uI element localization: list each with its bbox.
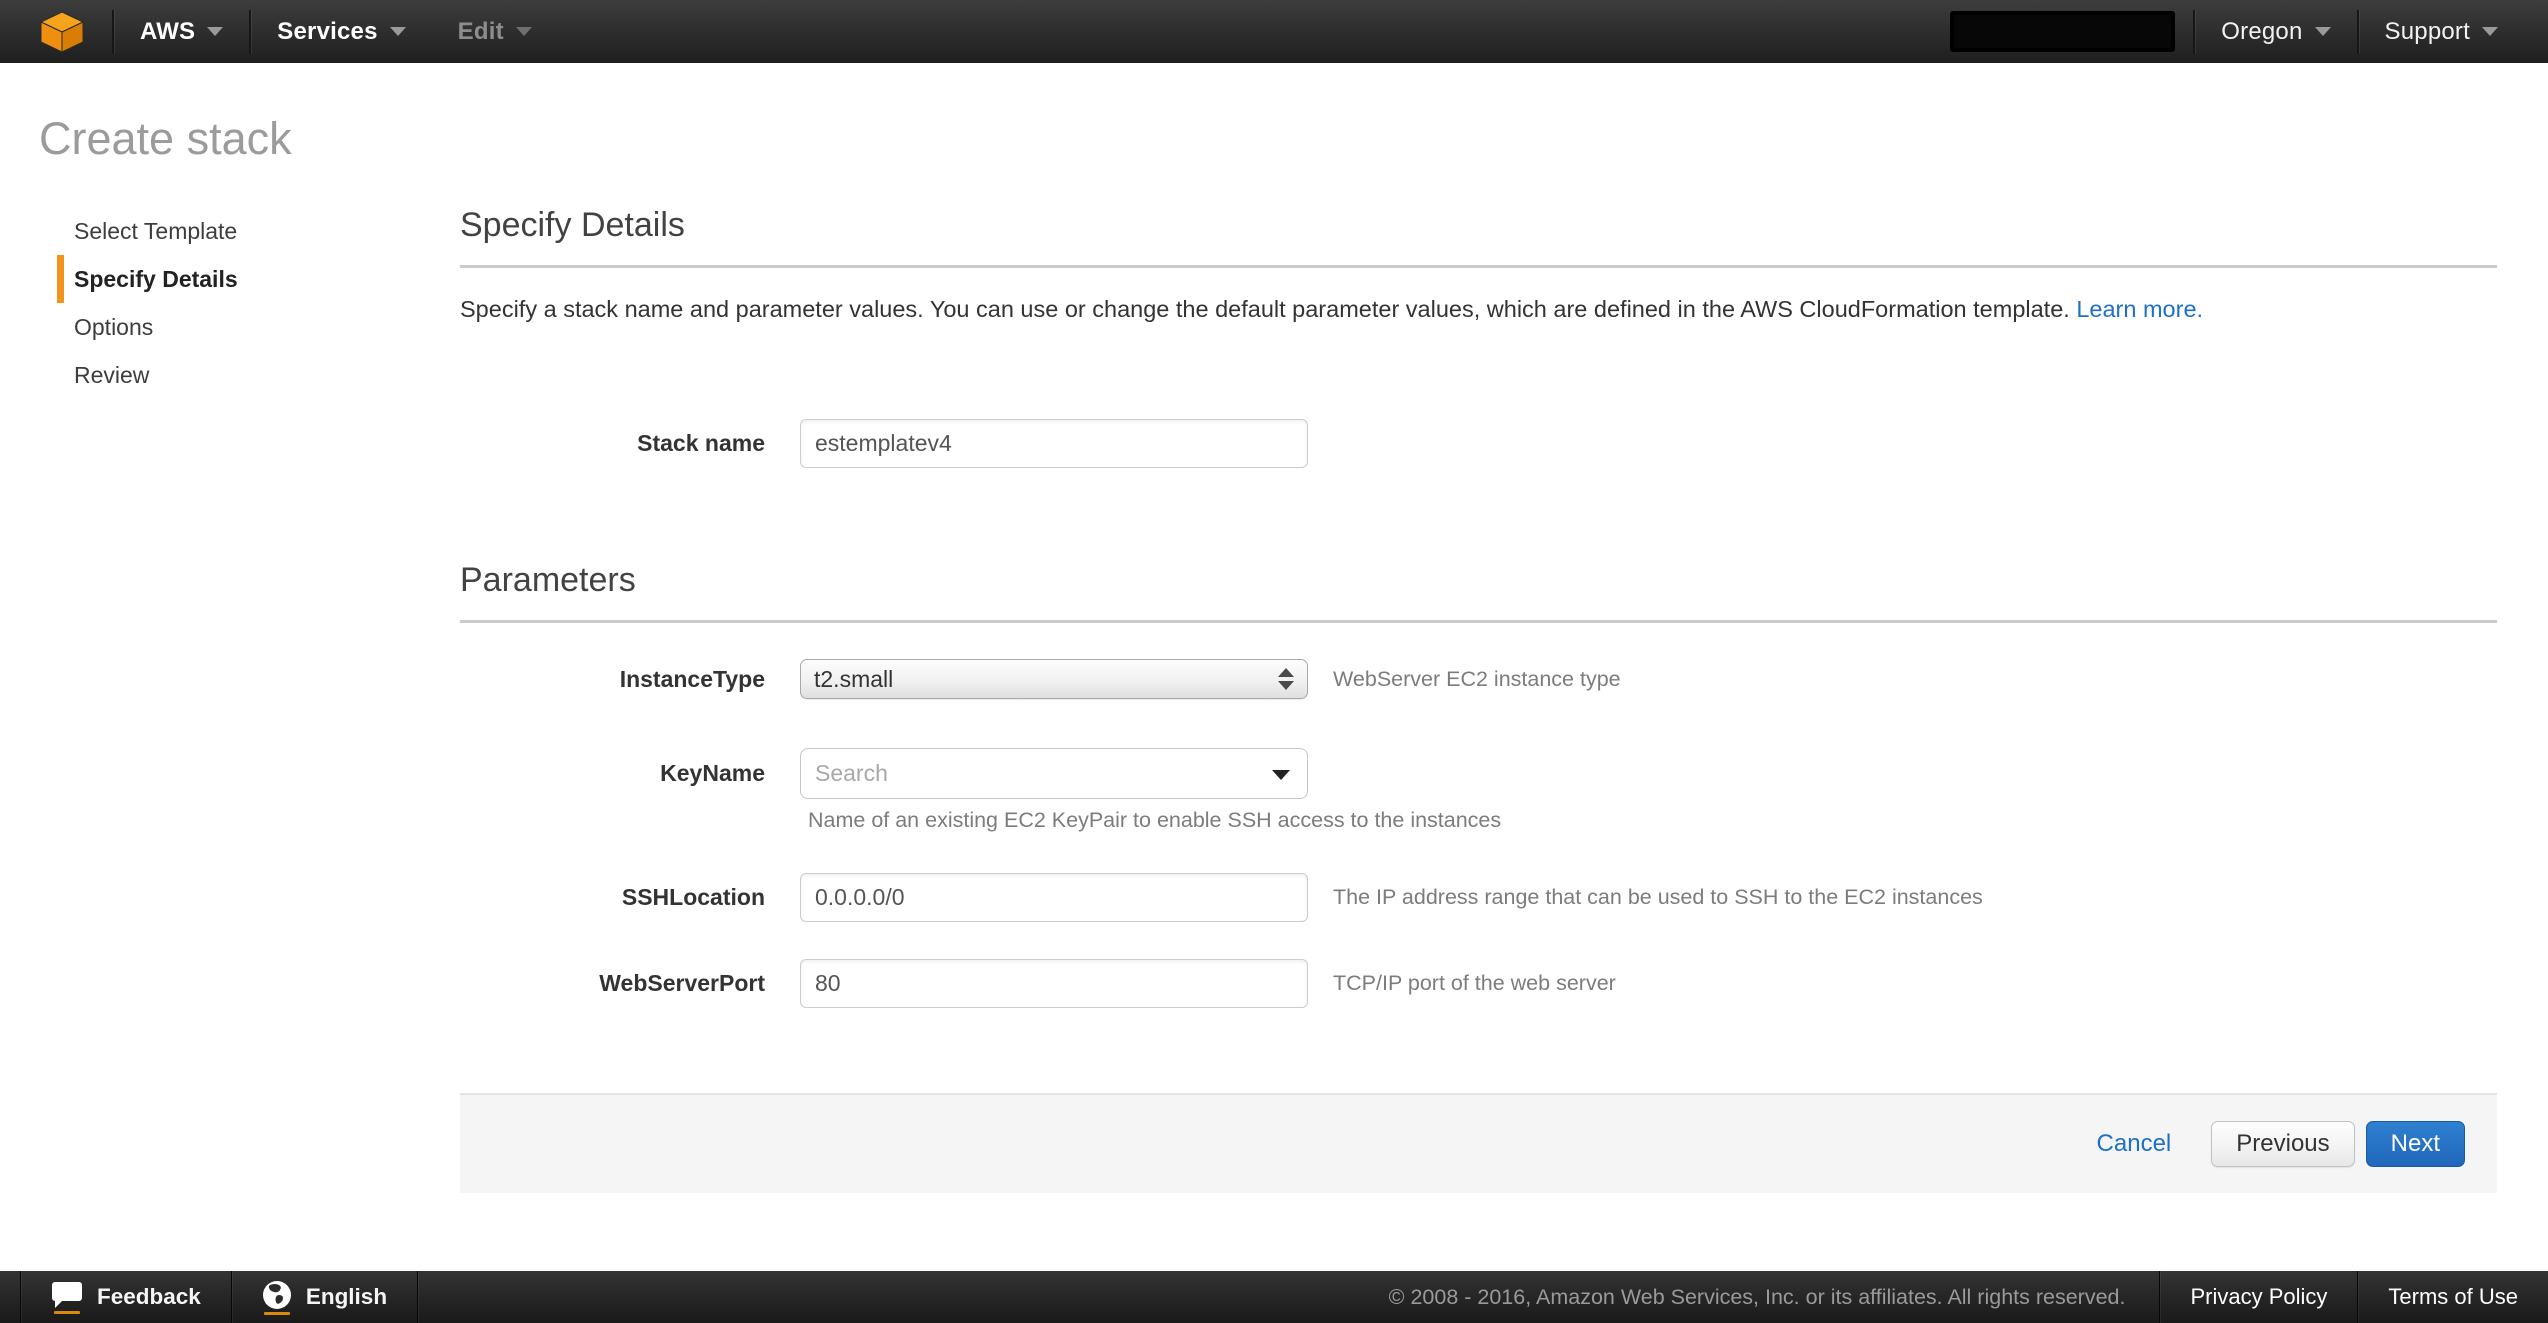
wizard-step-review[interactable]: Review bbox=[74, 351, 460, 399]
chevron-down-icon bbox=[2482, 27, 2498, 36]
key-name-help: Name of an existing EC2 KeyPair to enabl… bbox=[808, 808, 1501, 833]
top-nav: AWS Services Edit Oregon Support bbox=[0, 0, 2548, 63]
web-server-port-label: WebServerPort bbox=[460, 970, 800, 997]
feedback-label: Feedback bbox=[97, 1284, 201, 1310]
account-name-redacted[interactable] bbox=[1950, 11, 2175, 52]
nav-menu-edit[interactable]: Edit bbox=[432, 0, 558, 63]
ssh-location-help: The IP address range that can be used to… bbox=[1333, 885, 1983, 910]
ssh-location-row: SSHLocation The IP address range that ca… bbox=[460, 873, 2497, 922]
nav-menu-aws[interactable]: AWS bbox=[114, 0, 249, 63]
learn-more-link[interactable]: Learn more. bbox=[2076, 296, 2203, 322]
section-divider bbox=[460, 620, 2497, 623]
instance-type-label: InstanceType bbox=[460, 666, 800, 693]
section-description: Specify a stack name and parameter value… bbox=[460, 294, 2497, 324]
web-server-port-input[interactable] bbox=[800, 959, 1308, 1008]
privacy-policy-link[interactable]: Privacy Policy bbox=[2160, 1271, 2357, 1323]
cancel-button[interactable]: Cancel bbox=[2097, 1130, 2172, 1158]
nav-edit-label: Edit bbox=[458, 18, 504, 46]
stack-name-row: Stack name bbox=[460, 419, 2497, 468]
stack-name-input[interactable] bbox=[800, 419, 1308, 468]
feedback-button[interactable]: Feedback bbox=[21, 1271, 231, 1323]
nav-region-menu[interactable]: Oregon bbox=[2195, 0, 2356, 63]
globe-icon bbox=[262, 1280, 292, 1315]
nav-menu-services[interactable]: Services bbox=[251, 0, 431, 63]
aws-home-logo[interactable] bbox=[0, 0, 112, 63]
stack-name-label: Stack name bbox=[460, 430, 800, 457]
specify-details-panel: Specify Details Specify a stack name and… bbox=[460, 205, 2497, 1193]
wizard-step-select-template[interactable]: Select Template bbox=[74, 207, 460, 255]
footer-bar: Feedback English © 2008 - 2016, Amazon W… bbox=[0, 1271, 2548, 1323]
chevron-down-icon bbox=[2315, 27, 2331, 36]
section-heading-specify-details: Specify Details bbox=[460, 205, 2497, 245]
aws-cube-icon bbox=[40, 11, 84, 53]
ssh-location-input[interactable] bbox=[800, 873, 1308, 922]
section-divider bbox=[460, 265, 2497, 268]
web-server-port-row: WebServerPort TCP/IP port of the web ser… bbox=[460, 959, 2497, 1008]
copyright-text: © 2008 - 2016, Amazon Web Services, Inc.… bbox=[1355, 1271, 2160, 1323]
chevron-down-icon bbox=[390, 27, 406, 36]
page-title: Create stack bbox=[39, 113, 2548, 165]
wizard-step-options[interactable]: Options bbox=[74, 303, 460, 351]
wizard-action-bar: Cancel Previous Next bbox=[460, 1093, 2497, 1193]
icon-underline bbox=[54, 1311, 80, 1314]
language-label: English bbox=[306, 1284, 387, 1310]
key-name-search-input[interactable] bbox=[800, 748, 1308, 799]
key-name-label: KeyName bbox=[460, 748, 800, 799]
ssh-location-label: SSHLocation bbox=[460, 884, 800, 911]
feedback-bubble-icon bbox=[51, 1281, 83, 1314]
instance-type-selected-value: t2.small bbox=[814, 666, 893, 693]
nav-region-label: Oregon bbox=[2221, 18, 2302, 46]
select-spinner-icon bbox=[1278, 668, 1294, 690]
icon-underline bbox=[264, 1312, 290, 1315]
section-heading-parameters: Parameters bbox=[460, 560, 2497, 600]
terms-of-use-link[interactable]: Terms of Use bbox=[2358, 1271, 2548, 1323]
nav-aws-label: AWS bbox=[140, 18, 195, 46]
language-button[interactable]: English bbox=[232, 1271, 417, 1323]
nav-services-label: Services bbox=[277, 18, 377, 46]
instance-type-row: InstanceType t2.small WebServer EC2 inst… bbox=[460, 659, 2497, 699]
web-server-port-help: TCP/IP port of the web server bbox=[1333, 971, 1616, 996]
next-button[interactable]: Next bbox=[2366, 1121, 2465, 1167]
nav-support-label: Support bbox=[2385, 18, 2470, 46]
chevron-down-icon bbox=[516, 27, 532, 36]
wizard-step-specify-details[interactable]: Specify Details bbox=[57, 255, 460, 303]
description-text: Specify a stack name and parameter value… bbox=[460, 296, 2070, 322]
instance-type-select[interactable]: t2.small bbox=[800, 659, 1308, 699]
nav-support-menu[interactable]: Support bbox=[2359, 0, 2548, 63]
key-name-row: KeyName Name of an existing EC2 KeyPair … bbox=[460, 748, 2497, 833]
content-area: Select Template Specify Details Options … bbox=[0, 205, 2548, 1193]
wizard-steps: Select Template Specify Details Options … bbox=[57, 205, 460, 1193]
previous-button[interactable]: Previous bbox=[2211, 1121, 2354, 1167]
chevron-down-icon bbox=[207, 27, 223, 36]
instance-type-help: WebServer EC2 instance type bbox=[1333, 667, 1621, 692]
